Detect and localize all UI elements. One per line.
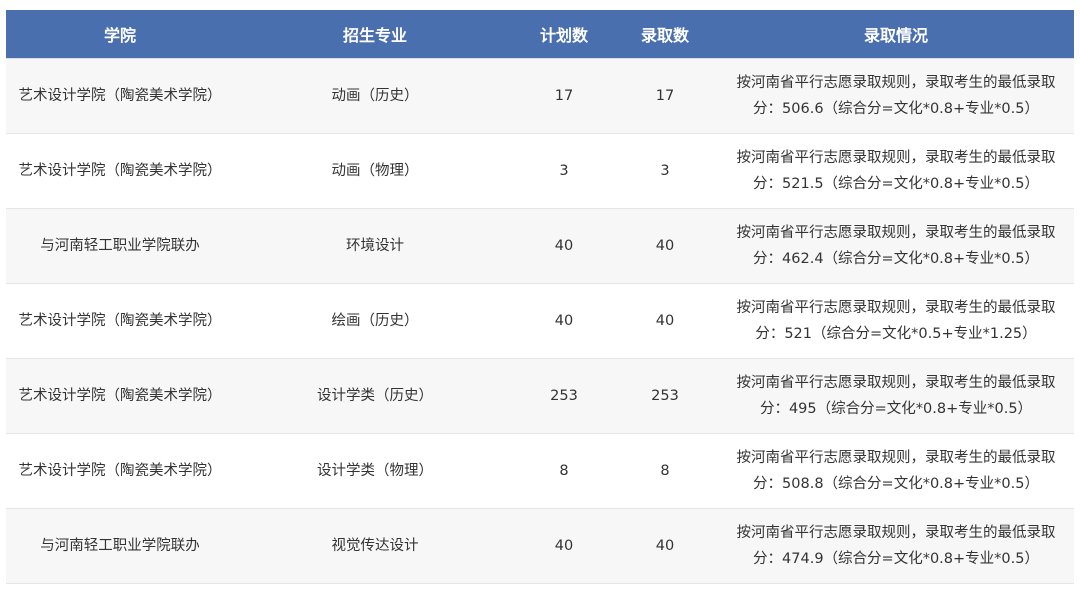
cell-major: 动画（历史）	[234, 58, 516, 134]
cell-college: 艺术设计学院（陶瓷美术学院）	[6, 133, 234, 209]
cell-college: 艺术设计学院（陶瓷美术学院）	[6, 358, 234, 434]
cell-status: 按河南省平行志愿录取规则，录取考生的最低录取分：508.8（综合分=文化*0.8…	[718, 433, 1074, 509]
cell-admitted: 40	[612, 508, 718, 584]
cell-plan: 40	[516, 508, 612, 584]
table-row: 艺术设计学院（陶瓷美术学院） 设计学类（物理） 8 8 按河南省平行志愿录取规则…	[6, 433, 1074, 509]
cell-major: 视觉传达设计	[234, 508, 516, 584]
table-row: 艺术设计学院（陶瓷美术学院） 绘画（历史） 40 40 按河南省平行志愿录取规则…	[6, 283, 1074, 359]
cell-admitted: 253	[612, 358, 718, 434]
table-row: 艺术设计学院（陶瓷美术学院） 设计学类（历史） 253 253 按河南省平行志愿…	[6, 358, 1074, 434]
cell-college: 艺术设计学院（陶瓷美术学院）	[6, 58, 234, 134]
cell-major: 环境设计	[234, 208, 516, 284]
header-college: 学院	[6, 10, 234, 59]
cell-status: 按河南省平行志愿录取规则，录取考生的最低录取分：474.9（综合分=文化*0.8…	[718, 508, 1074, 584]
admission-table-container: 学院 招生专业 计划数 录取数 录取情况 艺术设计学院（陶瓷美术学院） 动画（历…	[6, 10, 1074, 584]
cell-status: 按河南省平行志愿录取规则，录取考生的最低录取分：462.4（综合分=文化*0.8…	[718, 208, 1074, 284]
cell-plan: 17	[516, 58, 612, 134]
header-admitted: 录取数	[612, 10, 718, 59]
cell-admitted: 8	[612, 433, 718, 509]
cell-admitted: 3	[612, 133, 718, 209]
header-plan: 计划数	[516, 10, 612, 59]
header-major: 招生专业	[234, 10, 516, 59]
table-row: 艺术设计学院（陶瓷美术学院） 动画（历史） 17 17 按河南省平行志愿录取规则…	[6, 58, 1074, 134]
cell-major: 设计学类（历史）	[234, 358, 516, 434]
cell-admitted: 40	[612, 208, 718, 284]
cell-college: 艺术设计学院（陶瓷美术学院）	[6, 433, 234, 509]
table-body: 艺术设计学院（陶瓷美术学院） 动画（历史） 17 17 按河南省平行志愿录取规则…	[6, 58, 1074, 584]
table-row: 与河南轻工职业学院联办 视觉传达设计 40 40 按河南省平行志愿录取规则，录取…	[6, 508, 1074, 584]
cell-major: 绘画（历史）	[234, 283, 516, 359]
cell-plan: 3	[516, 133, 612, 209]
table-row: 艺术设计学院（陶瓷美术学院） 动画（物理） 3 3 按河南省平行志愿录取规则，录…	[6, 133, 1074, 209]
table-header: 学院 招生专业 计划数 录取数 录取情况	[6, 10, 1074, 59]
cell-status: 按河南省平行志愿录取规则，录取考生的最低录取分：506.6（综合分=文化*0.8…	[718, 58, 1074, 134]
cell-plan: 253	[516, 358, 612, 434]
cell-college: 艺术设计学院（陶瓷美术学院）	[6, 283, 234, 359]
admission-table: 学院 招生专业 计划数 录取数 录取情况 艺术设计学院（陶瓷美术学院） 动画（历…	[6, 10, 1074, 584]
cell-college: 与河南轻工职业学院联办	[6, 208, 234, 284]
cell-admitted: 17	[612, 58, 718, 134]
cell-status: 按河南省平行志愿录取规则，录取考生的最低录取分：495（综合分=文化*0.8+专…	[718, 358, 1074, 434]
cell-status: 按河南省平行志愿录取规则，录取考生的最低录取分：521.5（综合分=文化*0.8…	[718, 133, 1074, 209]
cell-college: 与河南轻工职业学院联办	[6, 508, 234, 584]
cell-plan: 40	[516, 283, 612, 359]
cell-admitted: 40	[612, 283, 718, 359]
table-row: 与河南轻工职业学院联办 环境设计 40 40 按河南省平行志愿录取规则，录取考生…	[6, 208, 1074, 284]
header-status: 录取情况	[718, 10, 1074, 59]
cell-major: 设计学类（物理）	[234, 433, 516, 509]
cell-plan: 40	[516, 208, 612, 284]
cell-major: 动画（物理）	[234, 133, 516, 209]
header-row: 学院 招生专业 计划数 录取数 录取情况	[6, 10, 1074, 59]
cell-plan: 8	[516, 433, 612, 509]
cell-status: 按河南省平行志愿录取规则，录取考生的最低录取分：521（综合分=文化*0.5+专…	[718, 283, 1074, 359]
